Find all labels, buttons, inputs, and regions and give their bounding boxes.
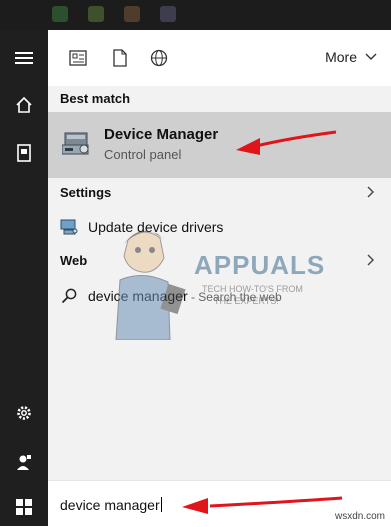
blurred-app-icon: [160, 6, 176, 22]
web-heading[interactable]: Web: [60, 253, 87, 268]
settings-result-row[interactable]: Update device drivers: [48, 212, 391, 242]
gear-icon[interactable]: [12, 401, 36, 425]
text-caret: [160, 497, 162, 512]
web-result-row[interactable]: device manager - Search the web: [48, 281, 391, 311]
web-heading-label: Web: [60, 253, 88, 268]
chevron-right-icon[interactable]: [367, 254, 375, 266]
settings-result-label: Update device drivers: [88, 219, 224, 235]
settings-heading[interactable]: Settings: [60, 185, 111, 200]
windows-icon[interactable]: [12, 495, 36, 519]
result-subtitle: Control panel: [104, 147, 182, 162]
apps-filter-icon[interactable]: [68, 48, 88, 68]
result-title: Device Manager: [104, 126, 219, 143]
blurred-app-icon: [52, 6, 68, 22]
web-filter-icon[interactable]: [149, 48, 169, 68]
more-filters-button[interactable]: More: [325, 49, 377, 65]
web-result-label: device manager - Search the web: [88, 288, 282, 304]
search-input[interactable]: device manager: [60, 497, 162, 513]
blurred-app-icon: [124, 6, 140, 22]
chevron-right-icon[interactable]: [367, 186, 375, 198]
best-match-result[interactable]: Device Manager Control panel: [48, 112, 391, 178]
best-match-heading: Best match: [60, 91, 131, 106]
web-suffix: - Search the web: [187, 290, 282, 304]
search-icon: [61, 288, 77, 304]
search-panel: More Best match Device Manager Control p…: [48, 30, 391, 527]
start-sidebar: [0, 30, 48, 526]
home-icon[interactable]: [12, 93, 36, 117]
web-query: device manager: [88, 288, 188, 304]
settings-heading-label: Settings: [60, 185, 112, 200]
site-credit: wsxdn.com: [334, 511, 385, 522]
documents-filter-icon[interactable]: [110, 48, 130, 68]
search-input-value: device manager: [60, 497, 160, 513]
user-icon[interactable]: [12, 450, 36, 474]
device-manager-icon: [61, 129, 92, 162]
more-label: More: [325, 49, 357, 65]
notebook-icon[interactable]: [12, 141, 36, 165]
blurred-app-icon: [88, 6, 104, 22]
hamburger-icon[interactable]: [12, 46, 36, 70]
chevron-down-icon: [365, 53, 377, 60]
top-app-strip: [0, 0, 391, 30]
watermark-brand: APPUALS: [194, 250, 326, 280]
settings-device-icon: [60, 219, 78, 240]
filter-toolbar: More: [48, 30, 391, 86]
